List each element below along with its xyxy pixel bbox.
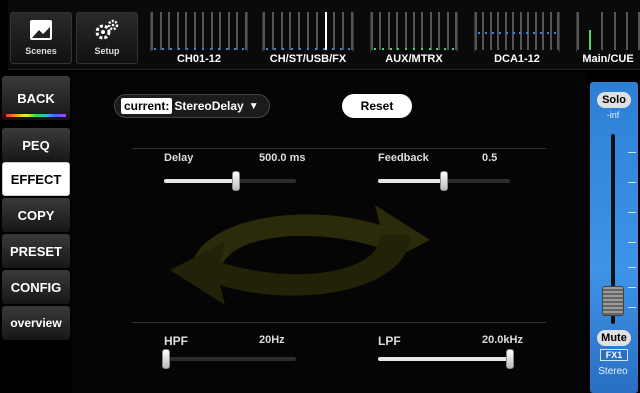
effect-panel: current: StereoDelay ▼ Reset Delay 500.0…: [72, 72, 586, 393]
fader-tick: [628, 267, 636, 268]
param-label-feedback: Feedback: [378, 152, 429, 164]
sidebar-item-label: PEQ: [22, 137, 50, 153]
feedback-slider[interactable]: [378, 171, 510, 191]
scenes-label: Scenes: [25, 46, 57, 56]
sidebar-item-effect[interactable]: EFFECT: [2, 162, 70, 196]
fader-tick: [628, 242, 636, 243]
sidebar-item-label: PRESET: [9, 243, 62, 259]
scenes-button[interactable]: Scenes: [10, 12, 72, 64]
channel-label: FX1: [600, 349, 628, 361]
current-effect-value: StereoDelay: [174, 99, 244, 113]
param-value-hpf: 20Hz: [259, 334, 285, 346]
meter-group-aux-mtrx[interactable]: AUX/MTRX: [370, 12, 458, 68]
hpf-slider[interactable]: [162, 349, 296, 369]
top-bar: Scenes Setup CH01-12 CH/ST/USB/FX AUX/MT…: [0, 0, 640, 70]
effect-type-dropdown[interactable]: current: StereoDelay ▼: [114, 94, 270, 118]
scenes-icon: [26, 16, 56, 44]
divider: [132, 322, 546, 323]
solo-button[interactable]: Solo: [597, 92, 631, 108]
sidebar-item-overview[interactable]: overview: [2, 306, 70, 340]
param-value-delay: 500.0 ms: [259, 152, 306, 164]
setup-button[interactable]: Setup: [76, 12, 138, 64]
effect-logo-icon: [170, 205, 430, 305]
fader-tick: [628, 307, 636, 308]
meter-group-main-cue[interactable]: Main/CUE: [576, 12, 640, 68]
divider: [132, 148, 546, 149]
slider-thumb[interactable]: [506, 349, 514, 369]
meter-group-dca1-12[interactable]: DCA1-12: [474, 12, 560, 68]
meter-group-label: AUX/MTRX: [385, 53, 443, 65]
back-button[interactable]: BACK: [2, 76, 70, 120]
lpf-slider[interactable]: [378, 349, 514, 369]
channel-strip: Solo -inf Mute FX1 Stereo: [586, 72, 640, 393]
chevron-down-icon: ▼: [248, 100, 259, 112]
gear-icon: [92, 16, 122, 44]
param-label-hpf: HPF: [164, 334, 188, 348]
fader-tick: [628, 287, 636, 288]
slider-thumb[interactable]: [440, 171, 448, 191]
reset-button[interactable]: Reset: [342, 94, 412, 118]
fader-tick: [628, 212, 636, 213]
sidebar-item-label: CONFIG: [10, 279, 62, 295]
meter-group-label: CH/ST/USB/FX: [269, 53, 347, 65]
fader-knob[interactable]: [602, 286, 624, 316]
delay-slider[interactable]: [164, 171, 296, 191]
sidebar-item-label: COPY: [17, 207, 55, 223]
meter-group-ch01-12[interactable]: CH01-12: [150, 12, 248, 68]
setup-label: Setup: [94, 46, 120, 56]
sidebar-item-peq[interactable]: PEQ: [2, 128, 70, 162]
sidebar-item-label: overview: [10, 316, 62, 330]
param-value-lpf: 20.0kHz: [482, 334, 523, 346]
param-label-lpf: LPF: [378, 334, 401, 348]
color-strip: [6, 114, 66, 117]
slider-thumb[interactable]: [162, 349, 170, 369]
meter-group-label: DCA1-12: [494, 53, 540, 65]
slider-thumb[interactable]: [232, 171, 240, 191]
sidebar-item-copy[interactable]: COPY: [2, 198, 70, 232]
current-label: current:: [121, 98, 173, 114]
meter-group-label: Main/CUE: [582, 53, 634, 65]
fader-tick: [628, 182, 636, 183]
fader-tick: [628, 152, 636, 153]
meter-group-ch-st-usb-fx[interactable]: CH/ST/USB/FX: [262, 12, 354, 68]
sidebar-item-label: EFFECT: [10, 171, 62, 187]
sidebar-item-preset[interactable]: PRESET: [2, 234, 70, 268]
sidebar: BACK PEQ EFFECT COPY PRESET CONFIG overv…: [0, 72, 72, 393]
level-readout: -inf: [606, 110, 620, 120]
param-value-feedback: 0.5: [482, 152, 498, 164]
mute-button[interactable]: Mute: [597, 330, 631, 346]
channel-name: Stereo: [598, 366, 628, 377]
back-label: BACK: [17, 90, 55, 106]
sidebar-item-config[interactable]: CONFIG: [2, 270, 70, 304]
meter-group-label: CH01-12: [176, 53, 222, 65]
param-label-delay: Delay: [164, 152, 194, 164]
